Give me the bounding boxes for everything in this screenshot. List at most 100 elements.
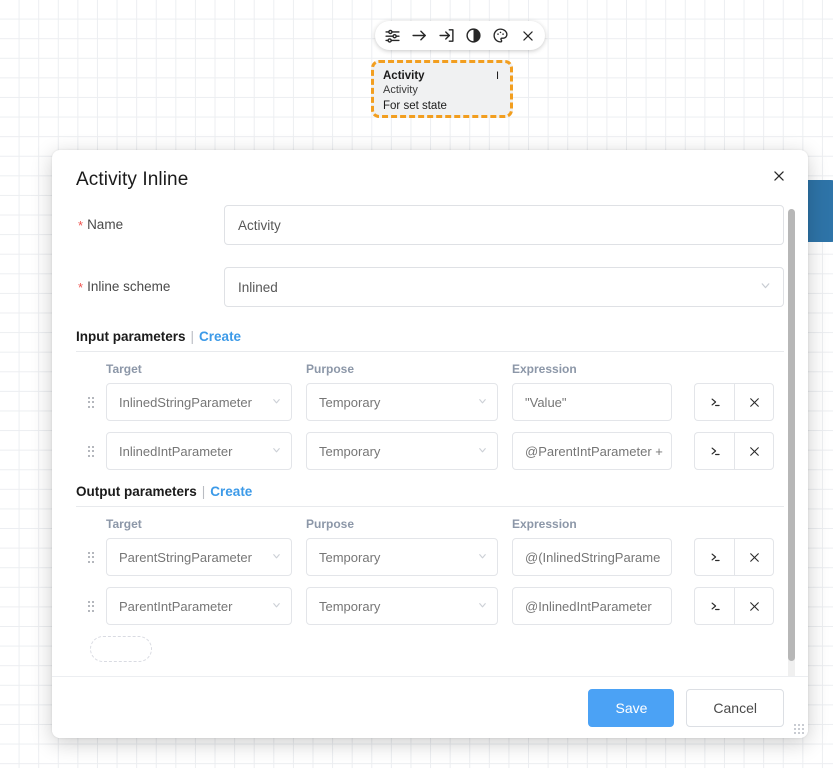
chevron-down-icon bbox=[477, 444, 488, 459]
row-actions bbox=[694, 587, 784, 625]
column-header-expression: Expression bbox=[512, 362, 577, 376]
expression-input[interactable]: "Value" bbox=[512, 383, 672, 421]
target-value: InlinedIntParameter bbox=[119, 443, 233, 459]
activity-node-header: Activity I bbox=[383, 69, 501, 83]
required-asterisk: * bbox=[78, 280, 84, 295]
name-input[interactable]: Activity bbox=[224, 205, 784, 245]
name-label-text: Name bbox=[87, 217, 124, 232]
inline-scheme-label: * Inline scheme bbox=[76, 279, 224, 295]
create-output-parameter-link[interactable]: Create bbox=[210, 484, 252, 499]
dialog-footer: Save Cancel bbox=[52, 676, 808, 738]
column-header-target: Target bbox=[106, 517, 142, 531]
purpose-value: Temporary bbox=[319, 443, 381, 459]
arrow-right-icon[interactable] bbox=[411, 27, 428, 44]
section-header-output-parameters: Output parameters | Create bbox=[76, 484, 784, 507]
enter-arrow-icon[interactable] bbox=[438, 27, 455, 44]
target-value: InlinedStringParameter bbox=[119, 394, 252, 410]
purpose-select[interactable]: Temporary bbox=[306, 587, 498, 625]
dialog-scrollbar[interactable] bbox=[788, 209, 795, 676]
purpose-select[interactable]: Temporary bbox=[306, 538, 498, 576]
chevron-down-icon bbox=[271, 444, 282, 459]
table-row: ParentIntParameter Temporary @InlinedInt… bbox=[76, 587, 784, 625]
expression-editor-icon[interactable] bbox=[694, 432, 734, 470]
form-row-inline-scheme: * Inline scheme Inlined bbox=[76, 267, 784, 307]
contrast-circle-icon[interactable] bbox=[465, 27, 482, 44]
expression-value: @ParentIntParameter + bbox=[525, 443, 663, 459]
target-select[interactable]: InlinedStringParameter bbox=[106, 383, 292, 421]
dialog-body: *Name Activity *Inline scheme Inlined bbox=[52, 191, 808, 676]
purpose-value: Temporary bbox=[319, 598, 381, 614]
create-input-parameter-link[interactable]: Create bbox=[199, 329, 241, 344]
drag-handle-icon[interactable] bbox=[76, 600, 106, 612]
purpose-select[interactable]: Temporary bbox=[306, 432, 498, 470]
table-row: InlinedIntParameter Temporary @ParentInt… bbox=[76, 432, 784, 470]
purpose-value: Temporary bbox=[319, 394, 381, 410]
table-row: InlinedStringParameter Temporary "Value" bbox=[76, 383, 784, 421]
add-parameter-button-partial[interactable] bbox=[90, 636, 152, 662]
input-parameters-title: Input parameters bbox=[76, 329, 186, 344]
expression-editor-icon[interactable] bbox=[694, 587, 734, 625]
expression-input[interactable]: @InlinedIntParameter bbox=[512, 587, 672, 625]
section-divider: | bbox=[201, 484, 206, 499]
node-context-toolbar bbox=[375, 21, 545, 50]
expression-input[interactable]: @(InlinedStringParame bbox=[512, 538, 672, 576]
output-parameters-table: Target Purpose Expression ParentStringPa… bbox=[76, 517, 784, 662]
purpose-select[interactable]: Temporary bbox=[306, 383, 498, 421]
resize-grip-icon[interactable] bbox=[794, 724, 804, 734]
activity-node-title: Activity bbox=[383, 70, 425, 82]
chevron-down-icon bbox=[477, 599, 488, 614]
chevron-down-icon bbox=[477, 395, 488, 410]
target-select[interactable]: ParentStringParameter bbox=[106, 538, 292, 576]
close-x-icon[interactable] bbox=[519, 27, 536, 44]
chevron-down-icon bbox=[477, 550, 488, 565]
chevron-down-icon bbox=[271, 395, 282, 410]
target-select[interactable]: ParentIntParameter bbox=[106, 587, 292, 625]
form-row-name: * Name Activity bbox=[76, 205, 784, 245]
dialog-header: Activity Inline bbox=[52, 150, 808, 191]
cancel-button[interactable]: Cancel bbox=[686, 688, 784, 727]
delete-row-icon[interactable] bbox=[734, 432, 774, 470]
page-title: Activity Inline bbox=[76, 169, 189, 190]
palette-icon[interactable] bbox=[492, 27, 509, 44]
input-parameters-header-row: Target Purpose Expression bbox=[76, 362, 784, 376]
chevron-down-icon bbox=[759, 279, 772, 295]
inline-scheme-label-text: Inline scheme bbox=[87, 279, 171, 294]
required-asterisk: * bbox=[78, 218, 84, 233]
activity-node-description: For set state bbox=[383, 100, 447, 112]
chevron-down-icon bbox=[271, 550, 282, 565]
chevron-down-icon bbox=[271, 599, 282, 614]
save-button[interactable]: Save bbox=[588, 688, 675, 727]
column-header-target: Target bbox=[106, 362, 142, 376]
expression-editor-icon[interactable] bbox=[694, 538, 734, 576]
name-input-value: Activity bbox=[238, 217, 281, 233]
activity-node-badge: I bbox=[495, 70, 499, 82]
target-select[interactable]: InlinedIntParameter bbox=[106, 432, 292, 470]
section-header-input-parameters: Input parameters | Create bbox=[76, 329, 784, 352]
workflow-canvas[interactable]: Activity I Activity For set state Activi… bbox=[0, 0, 833, 768]
close-icon[interactable] bbox=[768, 165, 790, 187]
row-actions bbox=[694, 383, 784, 421]
target-value: ParentIntParameter bbox=[119, 598, 233, 614]
output-parameters-header-row: Target Purpose Expression bbox=[76, 517, 784, 531]
dialog-scrollbar-thumb[interactable] bbox=[788, 209, 795, 661]
input-parameters-table: Target Purpose Expression InlinedStringP… bbox=[76, 362, 784, 470]
name-label: * Name bbox=[76, 217, 224, 233]
expression-value: "Value" bbox=[525, 394, 567, 410]
purpose-value: Temporary bbox=[319, 549, 381, 565]
delete-row-icon[interactable] bbox=[734, 538, 774, 576]
column-header-expression: Expression bbox=[512, 517, 577, 531]
column-header-purpose: Purpose bbox=[306, 362, 355, 376]
drag-handle-icon[interactable] bbox=[76, 551, 106, 563]
sliders-settings-icon[interactable] bbox=[384, 27, 401, 44]
drag-handle-icon[interactable] bbox=[76, 396, 106, 408]
inline-scheme-select[interactable]: Inlined bbox=[224, 267, 784, 307]
expression-input[interactable]: @ParentIntParameter + bbox=[512, 432, 672, 470]
expression-editor-icon[interactable] bbox=[694, 383, 734, 421]
activity-node[interactable]: Activity I Activity For set state bbox=[371, 60, 513, 118]
output-parameters-title: Output parameters bbox=[76, 484, 197, 499]
delete-row-icon[interactable] bbox=[734, 383, 774, 421]
drag-handle-icon[interactable] bbox=[76, 445, 106, 457]
delete-row-icon[interactable] bbox=[734, 587, 774, 625]
row-actions bbox=[694, 538, 784, 576]
activity-inline-dialog: Activity Inline * Name Activity * Inline… bbox=[52, 150, 808, 738]
